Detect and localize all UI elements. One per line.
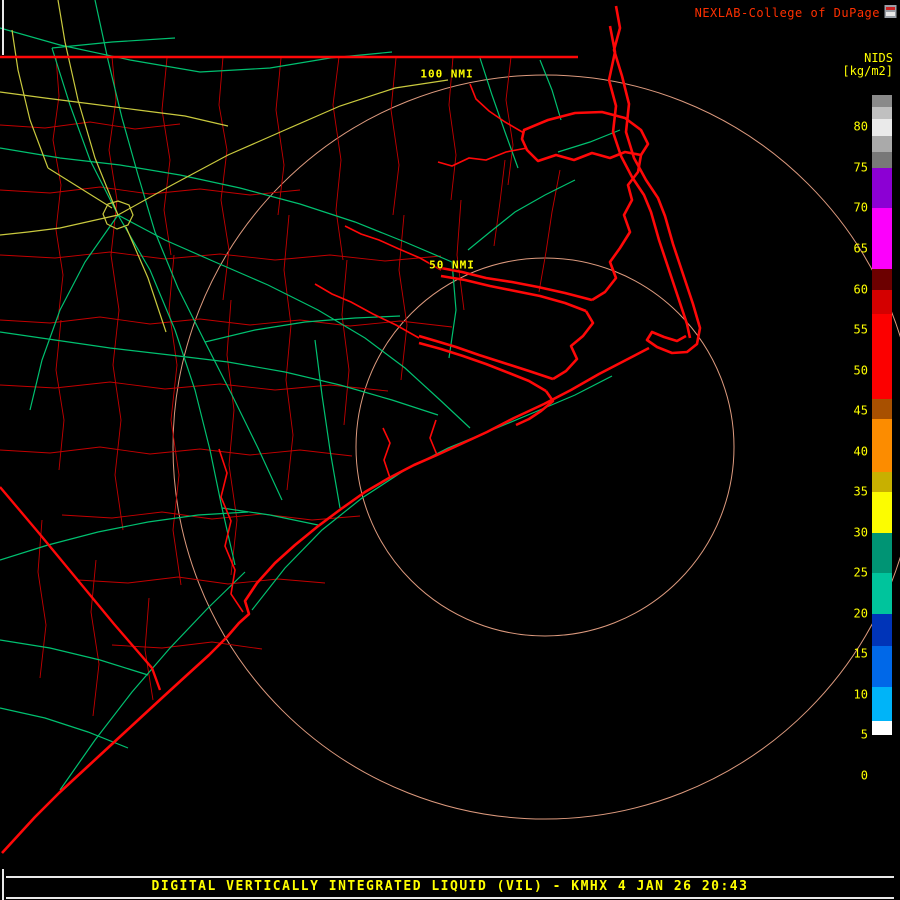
southern-shoreline xyxy=(1,346,650,854)
colorbar-units: [kg/m2] xyxy=(842,64,893,78)
colorbar-segment xyxy=(872,471,892,493)
colorbar-segment xyxy=(872,492,892,533)
colorbar-tick-label: 55 xyxy=(853,322,868,337)
colorbar-scale xyxy=(872,95,892,792)
rivers xyxy=(218,83,528,613)
albemarle-sound xyxy=(520,110,650,163)
footer-divider-top xyxy=(6,876,894,878)
colorbar-tick-label: 25 xyxy=(853,565,868,580)
colorbar-segment xyxy=(872,151,892,168)
frame-tick-top-left xyxy=(2,0,4,55)
mainland-shore-north xyxy=(591,154,643,302)
product-title: DIGITAL VERTICALLY INTEGRATED LIQUID (VI… xyxy=(151,879,749,894)
colorbar-segment xyxy=(872,419,892,472)
range-rings xyxy=(172,74,900,820)
colorbar-tick-label: 70 xyxy=(853,200,868,215)
colorbar-segment xyxy=(872,532,892,574)
colorbar-segment xyxy=(872,95,892,108)
shore-between-rivers xyxy=(552,310,595,381)
colorbar: 0 5 10 15 20 25 30 35 40 45 50 55 60 65 70 75 80 xyxy=(854,95,892,792)
county-borders xyxy=(0,56,561,717)
pamlico-river-north-bank xyxy=(440,266,593,302)
neuse-river-south-bank xyxy=(418,341,547,393)
colorbar-tick-label: 60 xyxy=(853,281,868,296)
colorbar-segment xyxy=(872,720,892,736)
nc-sc-border xyxy=(0,486,162,691)
colorbar-segment xyxy=(872,646,892,687)
outer-banks-ocean-side xyxy=(612,5,702,355)
colorbar-segment xyxy=(872,119,892,136)
colorbar-segment xyxy=(872,107,892,120)
colorbar-segment xyxy=(872,289,892,314)
colorbar-tick-label: 35 xyxy=(853,484,868,499)
colorbar-heading: NIDS [kg/m2] xyxy=(842,52,893,78)
roads-highway xyxy=(0,0,449,333)
range-ring-100nmi xyxy=(172,74,900,820)
colorbar-tick-label: 80 xyxy=(853,119,868,134)
cod-logo-icon xyxy=(884,5,897,18)
colorbar-tick-label: 75 xyxy=(853,160,868,175)
colorbar-tick-label: 40 xyxy=(853,443,868,458)
footer-divider-bottom xyxy=(6,897,894,899)
colorbar-tick-label: 5 xyxy=(860,727,868,742)
colorbar-tick-label: 20 xyxy=(853,605,868,620)
brand-text: NEXLAB-College of DuPage xyxy=(694,6,880,20)
colorbar-segment xyxy=(872,313,892,399)
colorbar-segment xyxy=(872,573,892,614)
colorbar-tick-label: 50 xyxy=(853,362,868,377)
colorbar-segment xyxy=(872,135,892,152)
radar-viewport: 100 NMI 50 NMI NEXLAB-College of DuPage … xyxy=(0,0,900,900)
colorbar-tick-label: 15 xyxy=(853,646,868,661)
colorbar-segment xyxy=(872,167,892,209)
range-ring-label-100nmi: 100 NMI xyxy=(420,67,474,81)
colorbar-tick-label: 0 xyxy=(860,768,868,783)
range-ring-50nmi xyxy=(355,257,735,637)
colorbar-segment xyxy=(872,735,892,792)
colorbar-tick-label: 10 xyxy=(853,687,868,702)
neuse-river-north-bank xyxy=(418,334,554,381)
frame-tick-bottom-left xyxy=(2,869,4,900)
colorbar-tick-label: 30 xyxy=(853,524,868,539)
colorbar-segment xyxy=(872,613,892,647)
colorbar-segment xyxy=(872,208,892,270)
colorbar-segment xyxy=(872,269,892,290)
colorbar-tick-label: 45 xyxy=(853,403,868,418)
colorbar-tick-label: 65 xyxy=(853,241,868,256)
colorbar-segment xyxy=(872,686,892,721)
radar-map xyxy=(0,0,900,854)
coastline xyxy=(1,5,702,854)
colorbar-segment xyxy=(872,398,892,420)
range-ring-label-50nmi: 50 NMI xyxy=(429,258,475,272)
